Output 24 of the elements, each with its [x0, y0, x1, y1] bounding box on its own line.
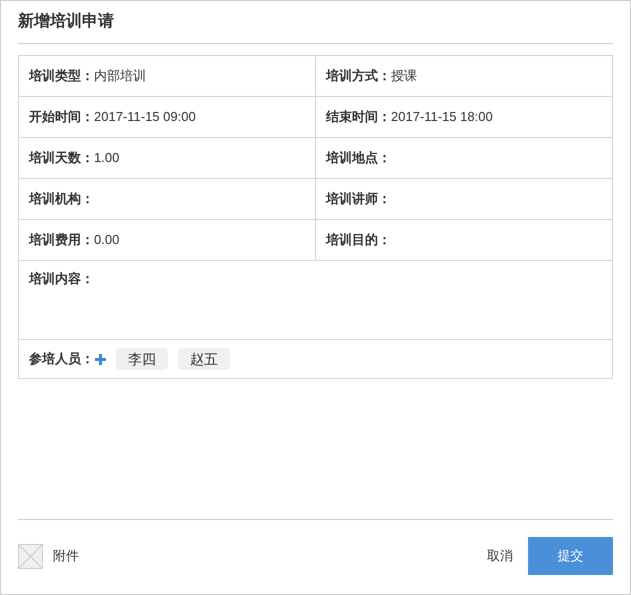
- person-tag: 赵五: [178, 348, 230, 370]
- field-label: 培训天数：: [29, 149, 94, 168]
- field-label: 结束时间：: [326, 108, 391, 126]
- dialog-title: 新增培训申请: [18, 11, 114, 32]
- field-value: 0.00: [94, 231, 120, 250]
- field-label: 培训方式：: [326, 67, 391, 86]
- field-label: 开始时间：: [29, 108, 94, 126]
- field-label: 培训地点：: [326, 149, 391, 168]
- field-value: 1.00: [94, 149, 120, 168]
- field-value: 2017-11-15 18:00: [391, 108, 493, 126]
- field-label: 培训目的：: [326, 231, 391, 250]
- field-label: 培训内容：: [29, 270, 94, 288]
- field-value: 授课: [391, 67, 417, 86]
- cancel-button[interactable]: 取消: [487, 546, 513, 566]
- field-label: 培训讲师：: [326, 190, 391, 208]
- add-icon[interactable]: [95, 354, 106, 364]
- field-label: 参培人员：: [29, 350, 94, 368]
- field-value: 内部培训: [94, 67, 146, 86]
- field-label: 培训类型：: [29, 67, 94, 86]
- field-value: 2017-11-15 09:00: [94, 108, 196, 126]
- attachment-label: 附件: [53, 547, 79, 566]
- field-label: 培训机构：: [29, 190, 94, 208]
- field-label: 培训费用：: [29, 231, 94, 250]
- person-tag: 李四: [116, 348, 168, 370]
